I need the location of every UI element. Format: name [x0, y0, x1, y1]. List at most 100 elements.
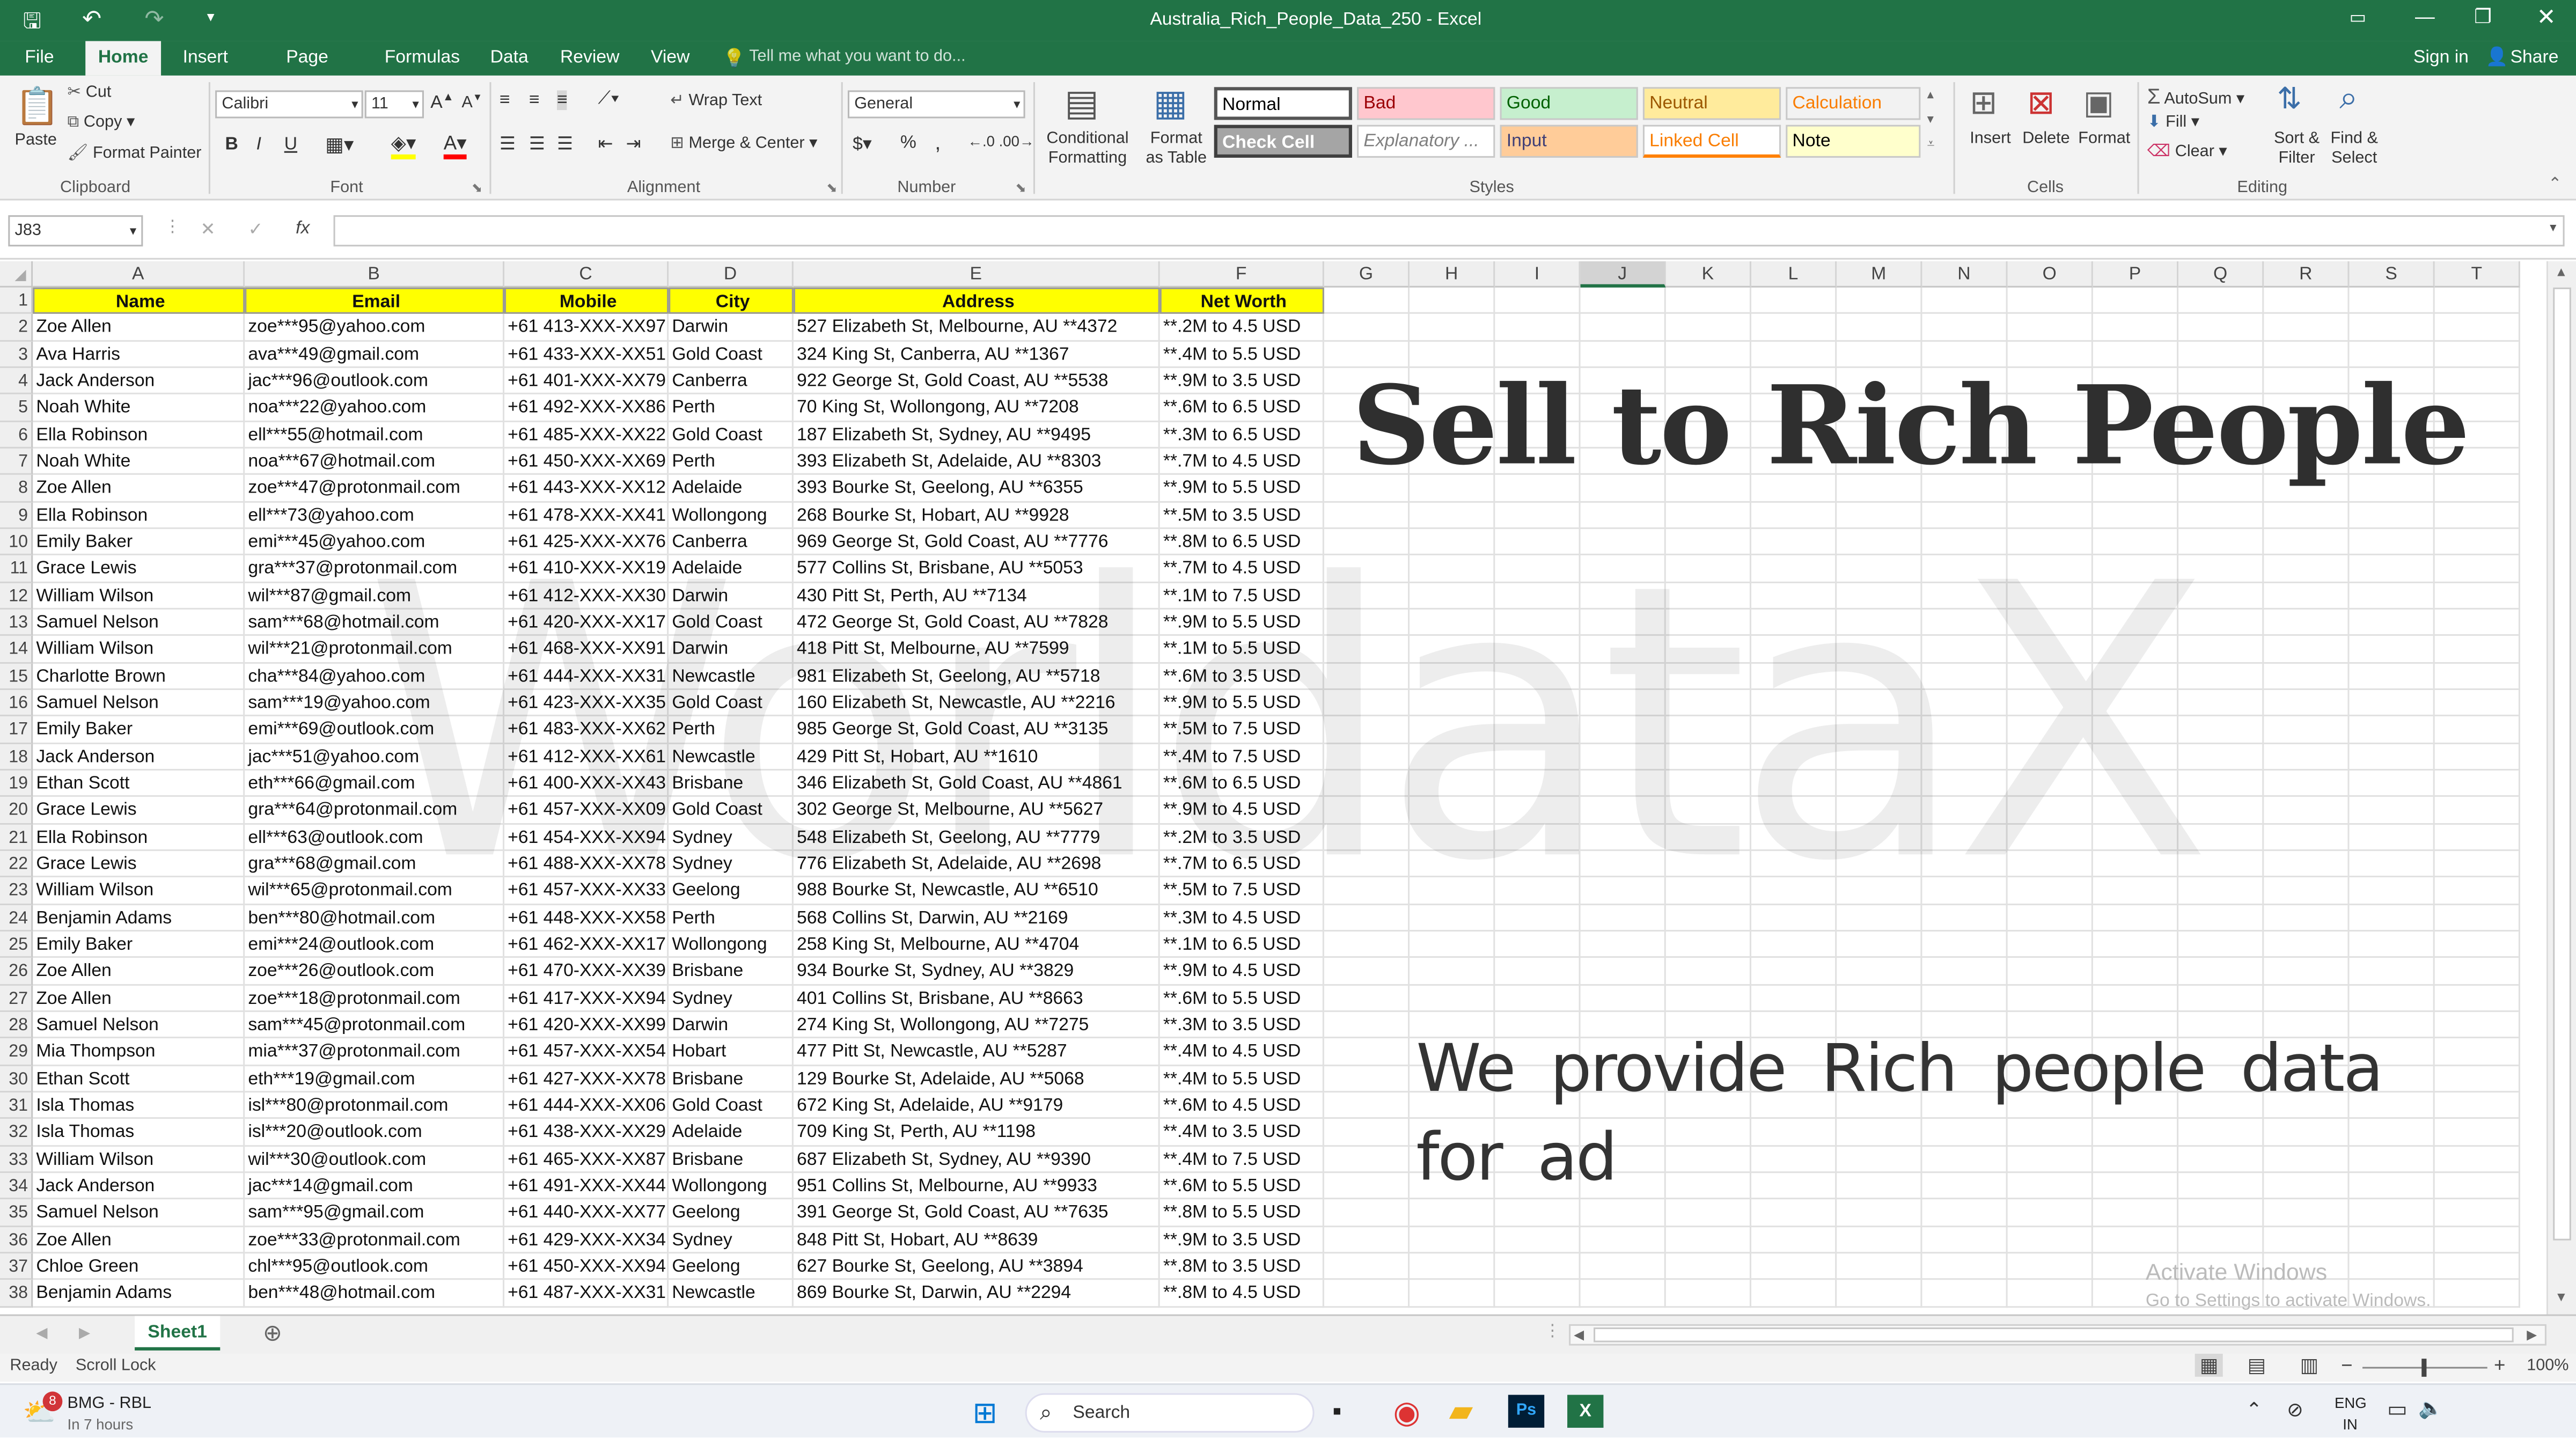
sheet-tab-sheet1[interactable]: Sheet1 [135, 1316, 221, 1351]
table-cell[interactable]: +61 491-XXX-XX44 [504, 1172, 669, 1200]
minimize-icon[interactable]: — [2415, 5, 2435, 28]
percent-button[interactable]: % [900, 133, 916, 153]
column-header[interactable]: P [2093, 261, 2179, 288]
header-cell[interactable]: Name [33, 287, 245, 314]
scroll-right-icon[interactable]: ▶ [2527, 1327, 2537, 1342]
row-header[interactable]: 4 [0, 368, 33, 395]
table-cell[interactable]: Noah White [33, 448, 245, 475]
table-cell[interactable]: Ava Harris [33, 341, 245, 368]
tab-formulas[interactable]: Formulas [378, 41, 466, 76]
table-cell[interactable]: Brisbane [669, 958, 794, 985]
row-header[interactable]: 15 [0, 663, 33, 690]
scroll-up-icon[interactable]: ▲ [2555, 265, 2567, 280]
decrease-decimal-icon[interactable]: .00→ [999, 133, 1034, 150]
table-cell[interactable]: ben***48@hotmail.com [245, 1280, 505, 1307]
page-break-view-icon[interactable]: ▥ [2300, 1354, 2319, 1377]
column-header[interactable]: M [1837, 261, 1922, 288]
decrease-indent-icon[interactable]: ⇤ [598, 133, 613, 155]
table-cell[interactable]: Geelong [669, 1199, 794, 1227]
column-header[interactable]: B [245, 261, 505, 288]
table-cell[interactable]: jac***14@gmail.com [245, 1172, 505, 1200]
clear-button[interactable]: ⌫ Clear ▾ [2147, 143, 2227, 161]
cell-style-item[interactable]: Bad [1357, 87, 1495, 120]
row-header[interactable]: 27 [0, 985, 33, 1012]
format-as-table-button[interactable]: Format as Table [1140, 130, 1213, 169]
table-cell[interactable]: Isla Thomas [33, 1119, 245, 1146]
align-left-icon[interactable]: ☰ [500, 133, 516, 155]
table-cell[interactable]: **.9M to 4.5 USD [1159, 958, 1324, 985]
table-cell[interactable]: sam***95@gmail.com [245, 1199, 505, 1227]
share-icon[interactable]: 👤 [2486, 46, 2508, 68]
prev-sheet-icon[interactable]: ◀ [36, 1324, 47, 1342]
row-header[interactable]: 2 [0, 314, 33, 341]
table-cell[interactable]: Samuel Nelson [33, 1199, 245, 1227]
table-cell[interactable]: Geelong [669, 1253, 794, 1280]
table-cell[interactable]: Noah White [33, 394, 245, 422]
number-format-select[interactable]: General ▾ [847, 90, 1025, 119]
table-cell[interactable]: +61 450-XXX-XX94 [504, 1253, 669, 1280]
table-cell[interactable]: Emily Baker [33, 529, 245, 556]
row-header[interactable]: 3 [0, 341, 33, 368]
table-cell[interactable]: Sydney [669, 1226, 794, 1253]
gallery-more-icon[interactable]: ⩡ [1927, 136, 1935, 153]
tell-me-input[interactable]: Tell me what you want to do... [749, 48, 965, 66]
table-cell[interactable]: Brisbane [669, 1146, 794, 1173]
align-bottom-icon[interactable]: ≡ [556, 90, 568, 111]
table-cell[interactable]: Newcastle [669, 1280, 794, 1307]
column-header[interactable]: J [1580, 261, 1666, 288]
tab-split-icon[interactable]: ⋮ [1544, 1323, 1561, 1341]
table-cell[interactable]: Zoe Allen [33, 985, 245, 1012]
table-cell[interactable]: Jack Anderson [33, 743, 245, 771]
table-cell[interactable]: +61 492-XXX-XX86 [504, 394, 669, 422]
column-header[interactable]: H [1410, 261, 1495, 288]
table-cell[interactable]: Ethan Scott [33, 770, 245, 797]
row-header[interactable]: 7 [0, 448, 33, 475]
column-header[interactable]: A [33, 261, 245, 288]
cell-style-item[interactable]: Linked Cell [1642, 124, 1781, 158]
tab-home[interactable]: Home [85, 41, 162, 76]
table-cell[interactable]: 391 George St, Gold Coast, AU **7635 [793, 1199, 1160, 1227]
table-cell[interactable]: +61 433-XXX-XX51 [504, 341, 669, 368]
horizontal-scrollbar[interactable]: ◀ ▶ [1569, 1324, 2546, 1346]
table-cell[interactable]: **.6M to 6.5 USD [1159, 394, 1324, 422]
table-cell[interactable]: 934 Bourke St, Sydney, AU **3829 [793, 958, 1160, 985]
table-cell[interactable]: **.2M to 4.5 USD [1159, 314, 1324, 341]
collapse-ribbon-icon[interactable]: ⌃ [2548, 176, 2562, 194]
language-line-2[interactable]: IN [2343, 1416, 2358, 1433]
row-header[interactable]: 6 [0, 421, 33, 449]
scroll-down-icon[interactable]: ▼ [2555, 1290, 2567, 1305]
table-cell[interactable]: **.8M to 4.5 USD [1159, 1280, 1324, 1307]
wrap-text-button[interactable]: ↵ Wrap Text [670, 92, 762, 110]
excel-taskbar-icon[interactable]: X [1567, 1395, 1604, 1428]
cut-button[interactable]: ✂ Cut [68, 84, 112, 102]
gallery-up-icon[interactable]: ▴ [1927, 87, 1934, 102]
table-cell[interactable]: Wollongong [669, 1172, 794, 1200]
header-cell[interactable]: Address [793, 287, 1160, 314]
tab-file[interactable]: File [13, 41, 65, 76]
table-cell[interactable]: +61 485-XXX-XX22 [504, 421, 669, 449]
table-cell[interactable]: Grace Lewis [33, 797, 245, 824]
vertical-scrollbar[interactable]: ▲ ▼ [2546, 261, 2576, 1315]
align-right-icon[interactable]: ☰ [557, 133, 573, 155]
table-cell[interactable]: 951 Collins St, Melbourne, AU **9933 [793, 1172, 1160, 1200]
row-header[interactable]: 19 [0, 770, 33, 797]
table-cell[interactable]: noa***67@hotmail.com [245, 448, 505, 475]
table-cell[interactable]: isl***20@outlook.com [245, 1119, 505, 1146]
row-header[interactable]: 13 [0, 609, 33, 636]
table-cell[interactable]: ell***55@hotmail.com [245, 421, 505, 449]
table-cell[interactable]: 848 Pitt St, Hobart, AU **8639 [793, 1226, 1160, 1253]
table-cell[interactable]: 477 Pitt St, Newcastle, AU **5287 [793, 1038, 1160, 1066]
table-cell[interactable]: Jack Anderson [33, 1172, 245, 1200]
table-cell[interactable]: zoe***18@protonmail.com [245, 985, 505, 1012]
align-middle-icon[interactable]: ≡ [529, 90, 540, 110]
table-cell[interactable]: **.6M to 4.5 USD [1159, 1092, 1324, 1119]
table-cell[interactable]: 627 Bourke St, Geelong, AU **3894 [793, 1253, 1160, 1280]
row-header[interactable]: 16 [0, 689, 33, 717]
vertical-scroll-thumb[interactable] [2553, 287, 2571, 1241]
table-cell[interactable]: **.9M to 5.5 USD [1159, 475, 1324, 502]
table-cell[interactable]: Ella Robinson [33, 421, 245, 449]
table-cell[interactable]: zoe***95@yahoo.com [245, 314, 505, 341]
row-header[interactable]: 35 [0, 1199, 33, 1227]
table-cell[interactable]: Chloe Green [33, 1253, 245, 1280]
row-header[interactable]: 34 [0, 1172, 33, 1200]
